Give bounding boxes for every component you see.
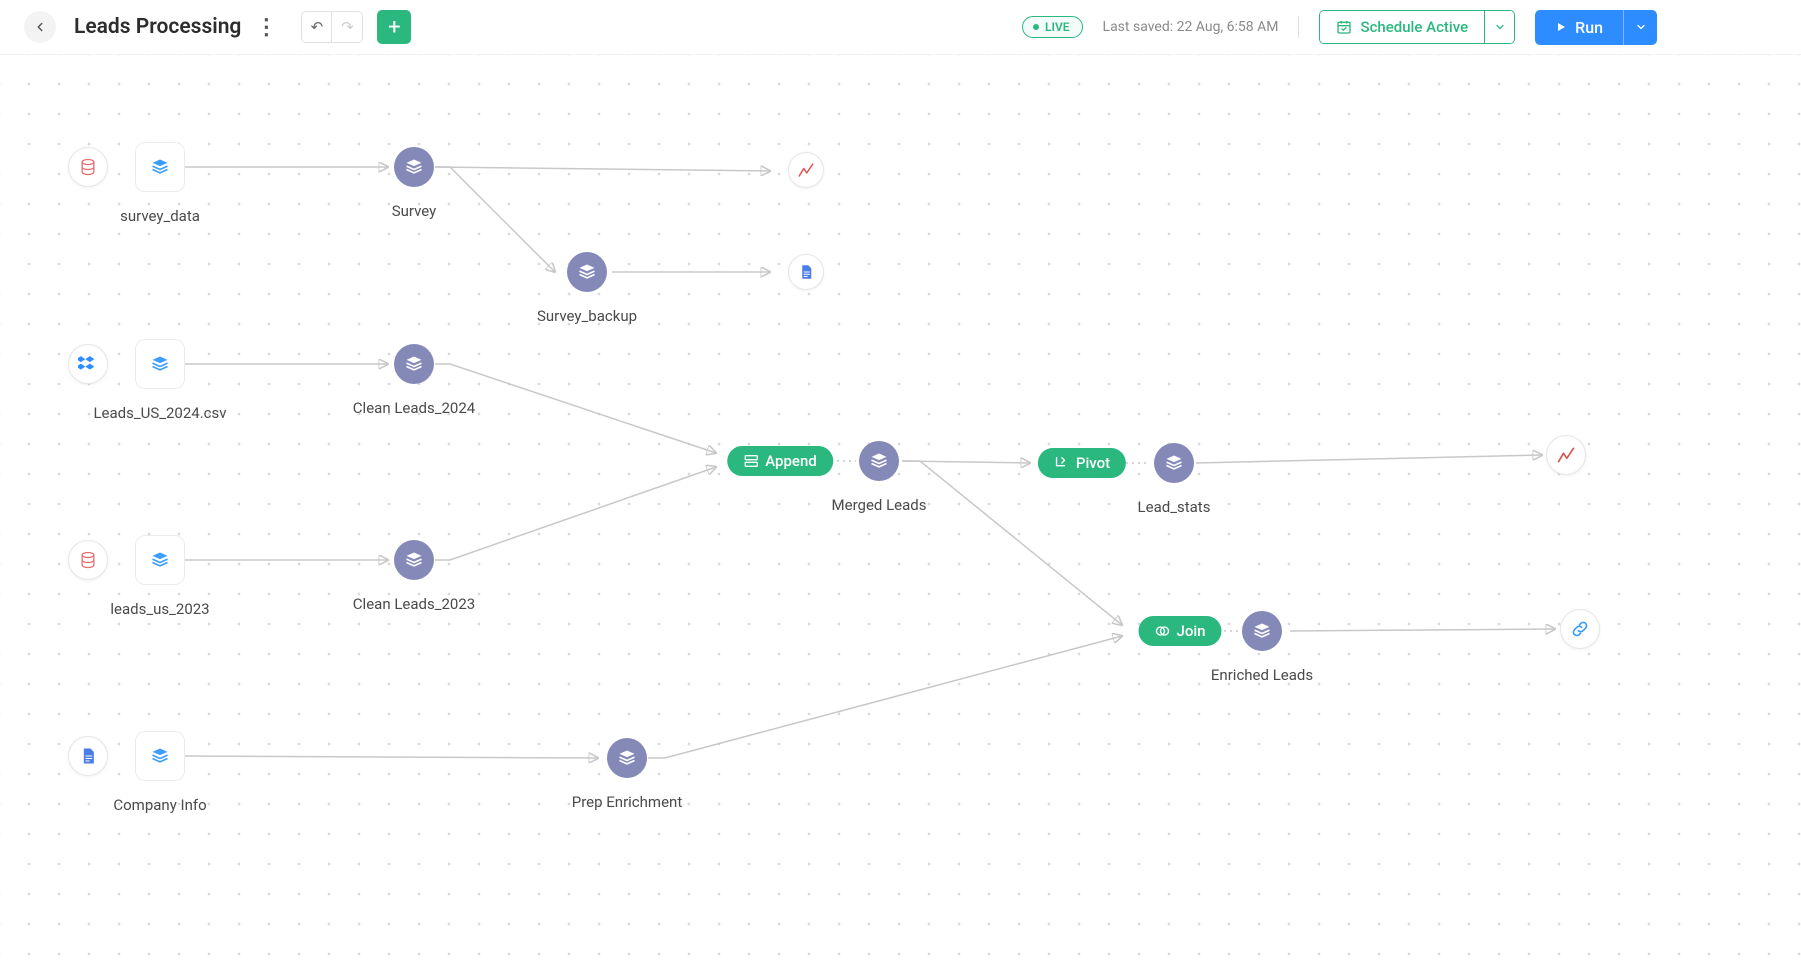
- stage-node-clean-leads-2024[interactable]: [394, 344, 434, 384]
- stage-node-survey[interactable]: [394, 147, 434, 187]
- schedule-button-group: Schedule Active: [1319, 10, 1515, 44]
- stack-icon: [150, 746, 170, 766]
- join-label: Join: [1176, 622, 1205, 640]
- stack-icon: [150, 354, 170, 374]
- header: Leads Processing ⋮ ↶ ↷ + LIVE Last saved…: [0, 0, 1801, 55]
- schedule-label: Schedule Active: [1360, 18, 1468, 36]
- label-merged-leads: Merged Leads: [832, 496, 927, 514]
- dataset-node-survey-data[interactable]: [135, 142, 185, 192]
- stage-node-merged-leads[interactable]: [859, 441, 899, 481]
- stage-node-enriched-leads[interactable]: [1242, 611, 1282, 651]
- stack-icon: [404, 550, 424, 570]
- back-button[interactable]: [24, 11, 56, 43]
- schedule-active-button[interactable]: Schedule Active: [1320, 11, 1484, 43]
- label-enriched-leads: Enriched Leads: [1211, 666, 1313, 684]
- label-clean-leads-2023: Clean Leads_2023: [353, 595, 475, 613]
- dataset-node-company-info[interactable]: [135, 731, 185, 781]
- output-node-lead-stats[interactable]: [1546, 435, 1586, 475]
- pivot-icon: [1054, 455, 1070, 471]
- stage-node-lead-stats[interactable]: [1154, 443, 1194, 483]
- append-label: Append: [765, 452, 817, 470]
- live-dot-icon: [1033, 24, 1039, 30]
- dataset-node-leads-2024[interactable]: [135, 339, 185, 389]
- link-icon: [1570, 619, 1590, 639]
- play-icon: [1555, 21, 1567, 33]
- run-button[interactable]: Run: [1535, 10, 1623, 45]
- stack-icon: [150, 157, 170, 177]
- dropbox-icon: [78, 354, 98, 374]
- stack-icon: [1164, 453, 1184, 473]
- stack-icon: [869, 451, 889, 471]
- analytics-icon: [1556, 445, 1576, 465]
- undo-button[interactable]: ↶: [302, 12, 332, 42]
- label-company-info: Company Info: [113, 796, 206, 814]
- stage-node-prep-enrichment[interactable]: [607, 738, 647, 778]
- label-clean-leads-2024: Clean Leads_2024: [353, 399, 475, 417]
- label-prep-enrichment: Prep Enrichment: [572, 793, 682, 811]
- stack-icon: [404, 354, 424, 374]
- transform-append[interactable]: Append: [727, 446, 833, 476]
- live-label: LIVE: [1045, 20, 1070, 34]
- stack-icon: [150, 550, 170, 570]
- stack-icon: [617, 748, 637, 768]
- stack-icon: [404, 157, 424, 177]
- add-button[interactable]: +: [377, 10, 411, 44]
- output-node-survey-backup[interactable]: [788, 254, 824, 290]
- page-title: Leads Processing: [74, 15, 241, 39]
- stack-icon: [577, 262, 597, 282]
- more-menu-button[interactable]: ⋮: [255, 15, 277, 40]
- label-survey: Survey: [392, 202, 437, 220]
- file-icon: [797, 263, 815, 281]
- source-icon-survey-data[interactable]: [68, 147, 108, 187]
- label-leads-2023: leads_us_2023: [110, 600, 209, 618]
- pipeline-canvas[interactable]: survey_data Survey Survey_backup Leads_U…: [0, 55, 1801, 961]
- database-icon: [78, 550, 98, 570]
- chevron-left-icon: [33, 20, 47, 34]
- source-icon-company-info[interactable]: [68, 736, 108, 776]
- run-button-group: Run: [1535, 10, 1657, 45]
- label-lead-stats: Lead_stats: [1138, 498, 1211, 516]
- file-icon: [78, 746, 98, 766]
- analytics-icon: [797, 161, 815, 179]
- join-icon: [1154, 623, 1170, 639]
- run-label: Run: [1575, 18, 1603, 37]
- transform-join[interactable]: Join: [1138, 616, 1221, 646]
- source-icon-leads-2024[interactable]: [68, 344, 108, 384]
- label-leads-2024: Leads_US_2024.csv: [93, 404, 226, 422]
- chevron-down-icon: [1635, 21, 1647, 33]
- run-dropdown-button[interactable]: [1623, 10, 1657, 45]
- stage-node-survey-backup[interactable]: [567, 252, 607, 292]
- calendar-icon: [1336, 19, 1352, 35]
- pivot-label: Pivot: [1076, 454, 1110, 472]
- live-status-badge: LIVE: [1022, 16, 1083, 38]
- label-survey-backup: Survey_backup: [537, 307, 637, 325]
- transform-pivot[interactable]: Pivot: [1038, 448, 1126, 478]
- database-icon: [78, 157, 98, 177]
- append-icon: [743, 453, 759, 469]
- redo-button[interactable]: ↷: [332, 12, 362, 42]
- source-icon-leads-2023[interactable]: [68, 540, 108, 580]
- schedule-dropdown-button[interactable]: [1484, 11, 1514, 43]
- divider: [1298, 16, 1299, 38]
- chevron-down-icon: [1494, 21, 1506, 33]
- last-saved-text: Last saved: 22 Aug, 6:58 AM: [1103, 19, 1279, 35]
- stage-node-clean-leads-2023[interactable]: [394, 540, 434, 580]
- undo-redo-group: ↶ ↷: [301, 11, 363, 43]
- output-node-enriched-leads[interactable]: [1560, 609, 1600, 649]
- dataset-node-leads-2023[interactable]: [135, 535, 185, 585]
- output-node-survey[interactable]: [788, 152, 824, 188]
- stack-icon: [1252, 621, 1272, 641]
- header-right: LIVE Last saved: 22 Aug, 6:58 AM Schedul…: [1022, 10, 1777, 45]
- label-survey-data: survey_data: [120, 207, 200, 225]
